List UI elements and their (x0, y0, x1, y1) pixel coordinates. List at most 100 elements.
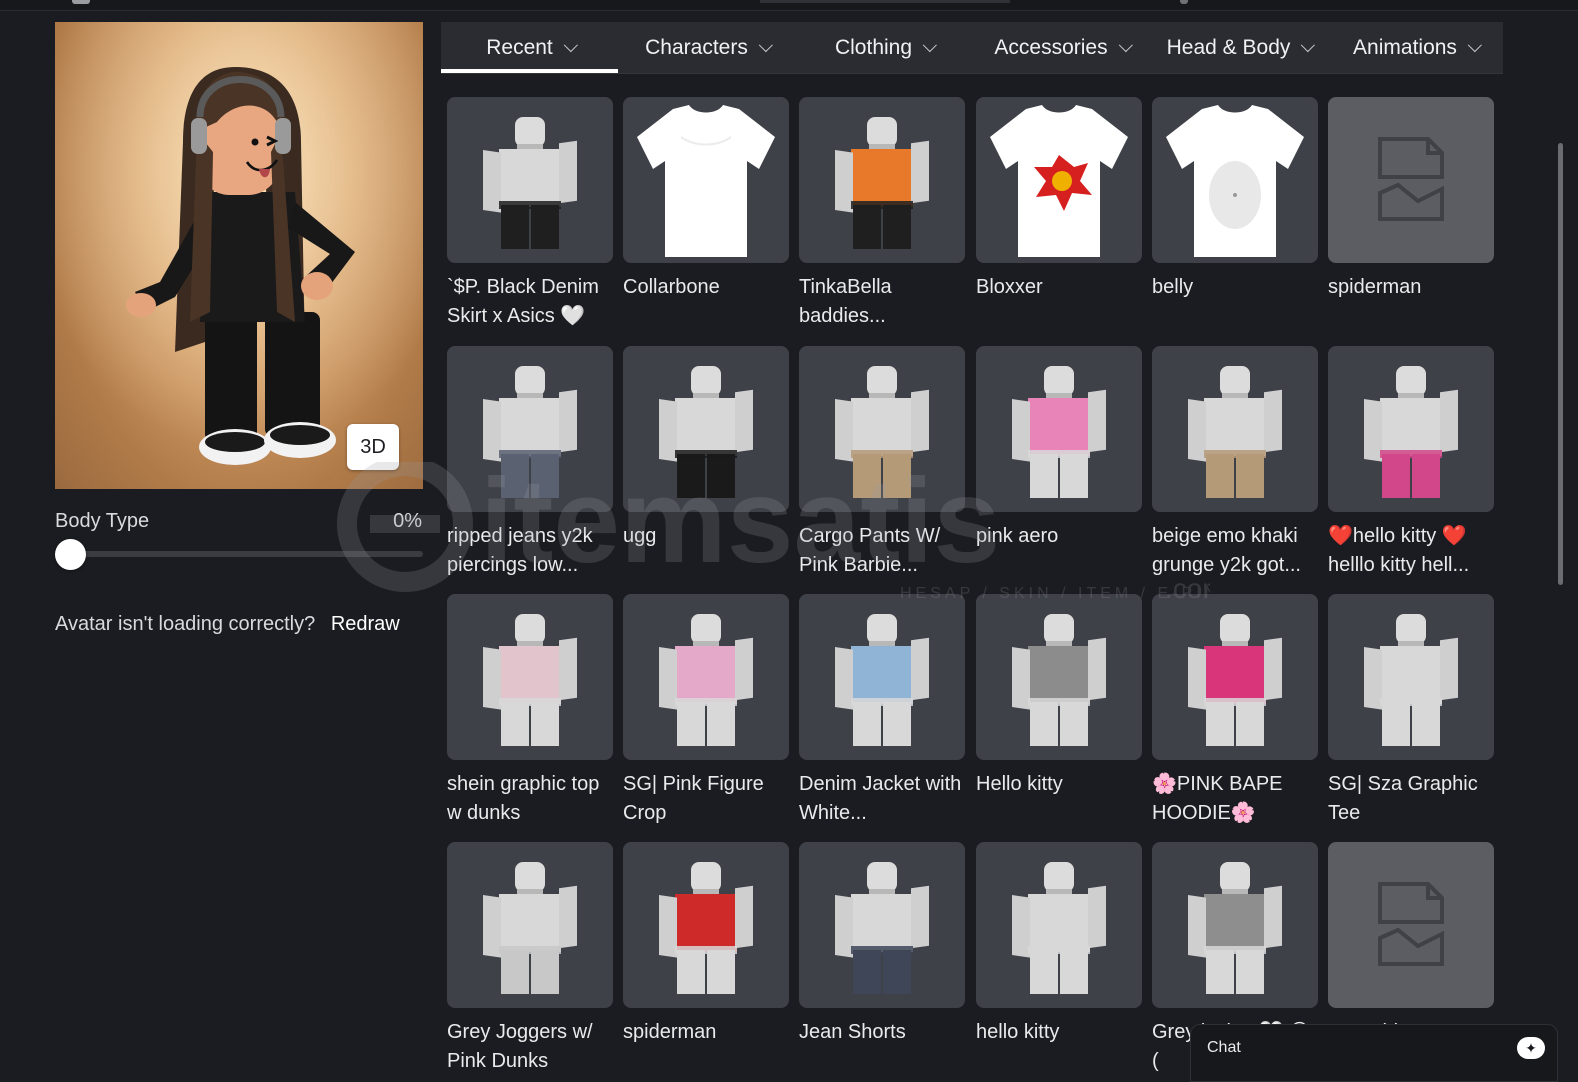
item-card[interactable]: Collarbone (623, 97, 791, 302)
body-type-slider[interactable] (70, 551, 423, 557)
item-thumbnail[interactable] (623, 346, 789, 512)
body-type-slider-handle[interactable] (55, 539, 86, 570)
view-3d-button[interactable]: 3D (347, 424, 399, 470)
item-card[interactable]: grey shirt (1328, 842, 1496, 1047)
avatar-preview[interactable]: 3D (55, 22, 423, 489)
item-name[interactable]: SG| Pink Figure Crop (623, 770, 791, 828)
item-thumbnail[interactable] (799, 346, 965, 512)
item-card[interactable]: pink aero (976, 346, 1144, 551)
item-name[interactable]: ❤️hello kitty ❤️ helllo kitty hell... (1328, 522, 1496, 580)
tab-label: Head & Body (1166, 36, 1291, 59)
top-bar (0, 0, 1578, 11)
item-card[interactable]: 🌸PINK BAPE HOODIE🌸 (1152, 594, 1320, 828)
item-thumbnail[interactable] (976, 842, 1142, 1008)
item-thumbnail[interactable] (1328, 594, 1494, 760)
item-name[interactable]: Collarbone (623, 273, 791, 302)
item-card[interactable]: spiderman (623, 842, 791, 1047)
tab-divider (441, 73, 1503, 74)
tab-animations[interactable]: Animations (1327, 22, 1503, 74)
item-card[interactable]: Denim Jacket with White... (799, 594, 967, 828)
item-name[interactable]: 🌸PINK BAPE HOODIE🌸 (1152, 770, 1320, 828)
chevron-down-icon (922, 38, 937, 53)
item-name[interactable]: Hello kitty (976, 770, 1144, 799)
chat-panel[interactable]: Chat ✦ (1190, 1024, 1558, 1082)
item-name[interactable]: pink aero (976, 522, 1144, 551)
search-bar-edge[interactable] (760, 0, 1010, 3)
item-thumbnail[interactable] (447, 842, 613, 1008)
item-card[interactable]: ripped jeans y2k piercings low... (447, 346, 615, 580)
tab-label: Recent (486, 36, 553, 59)
back-icon[interactable] (72, 0, 90, 4)
body-type-label: Body Type (55, 510, 150, 532)
redraw-link[interactable]: Redraw (331, 613, 400, 635)
sparkle-icon[interactable]: ✦ (1517, 1037, 1545, 1059)
active-tab-indicator (441, 69, 618, 73)
item-name[interactable]: hello kitty (976, 1018, 1144, 1047)
item-thumbnail[interactable] (799, 97, 965, 263)
item-name[interactable]: Jean Shorts (799, 1018, 967, 1047)
avatar-figure (55, 22, 423, 489)
item-name[interactable]: Cargo Pants W/ Pink Barbie... (799, 522, 967, 580)
tab-head-and-body[interactable]: Head & Body (1150, 22, 1327, 74)
item-name[interactable]: Denim Jacket with White... (799, 770, 967, 828)
image-placeholder-icon[interactable] (1328, 842, 1494, 1008)
item-name[interactable]: `$P. Black Denim Skirt x Asics 🤍 (447, 273, 615, 331)
item-card[interactable]: TinkaBella baddies... (799, 97, 967, 331)
item-card[interactable]: Jean Shorts (799, 842, 967, 1047)
item-thumbnail[interactable] (447, 594, 613, 760)
chevron-down-icon (1467, 38, 1482, 53)
item-thumbnail[interactable] (447, 97, 613, 263)
item-name[interactable]: SG| Sza Graphic Tee (1328, 770, 1496, 828)
item-card[interactable]: Cargo Pants W/ Pink Barbie... (799, 346, 967, 580)
item-thumbnail[interactable] (623, 97, 789, 263)
item-card[interactable]: Grey Joggers w/ Pink Dunks (447, 842, 615, 1076)
item-thumbnail[interactable] (447, 346, 613, 512)
item-card[interactable]: SG| Sza Graphic Tee (1328, 594, 1496, 828)
item-thumbnail[interactable] (976, 594, 1142, 760)
item-name[interactable]: belly (1152, 273, 1320, 302)
tab-characters[interactable]: Characters (618, 22, 795, 74)
tab-recent[interactable]: Recent (441, 22, 618, 74)
item-card[interactable]: Hello kitty (976, 594, 1144, 799)
item-card[interactable]: spiderman (1328, 97, 1496, 302)
item-card[interactable]: shein graphic top w dunks (447, 594, 615, 828)
notification-icon[interactable] (1180, 0, 1188, 4)
chevron-down-icon (563, 38, 578, 53)
tab-label: Clothing (834, 36, 913, 59)
item-thumbnail[interactable] (976, 346, 1142, 512)
item-thumbnail[interactable] (623, 594, 789, 760)
chevron-down-icon (1301, 38, 1316, 53)
item-name[interactable]: shein graphic top w dunks (447, 770, 615, 828)
item-card[interactable]: ugg (623, 346, 791, 551)
item-thumbnail[interactable] (799, 594, 965, 760)
scrollbar[interactable] (1558, 143, 1563, 585)
item-name[interactable]: ripped jeans y2k piercings low... (447, 522, 615, 580)
item-card[interactable]: beige emo khaki grunge y2k got... (1152, 346, 1320, 580)
tab-label: Animations (1353, 36, 1457, 59)
item-thumbnail[interactable] (1152, 97, 1318, 263)
item-card[interactable]: belly (1152, 97, 1320, 302)
item-card[interactable]: SG| Pink Figure Crop (623, 594, 791, 828)
item-card[interactable]: ❤️hello kitty ❤️ helllo kitty hell... (1328, 346, 1496, 580)
tab-clothing[interactable]: Clothing (795, 22, 972, 74)
item-thumbnail[interactable] (623, 842, 789, 1008)
item-name[interactable]: spiderman (1328, 273, 1496, 302)
item-thumbnail[interactable] (799, 842, 965, 1008)
item-thumbnail[interactable] (1328, 346, 1494, 512)
item-thumbnail[interactable] (1152, 842, 1318, 1008)
item-card[interactable]: hello kitty (976, 842, 1144, 1047)
item-thumbnail[interactable] (1152, 346, 1318, 512)
item-name[interactable]: Grey Joggers w/ Pink Dunks (447, 1018, 615, 1076)
tab-accessories[interactable]: Accessories (972, 22, 1150, 74)
image-placeholder-icon[interactable] (1328, 97, 1494, 263)
item-card[interactable]: `$P. Black Denim Skirt x Asics 🤍 (447, 97, 615, 331)
item-name[interactable]: spiderman (623, 1018, 791, 1047)
item-card[interactable]: Bloxxer (976, 97, 1144, 302)
item-name[interactable]: ugg (623, 522, 791, 551)
item-thumbnail[interactable] (1152, 594, 1318, 760)
chevron-down-icon (1118, 38, 1133, 53)
item-name[interactable]: Bloxxer (976, 273, 1144, 302)
item-thumbnail[interactable] (976, 97, 1142, 263)
item-name[interactable]: TinkaBella baddies... (799, 273, 967, 331)
item-name[interactable]: beige emo khaki grunge y2k got... (1152, 522, 1320, 580)
